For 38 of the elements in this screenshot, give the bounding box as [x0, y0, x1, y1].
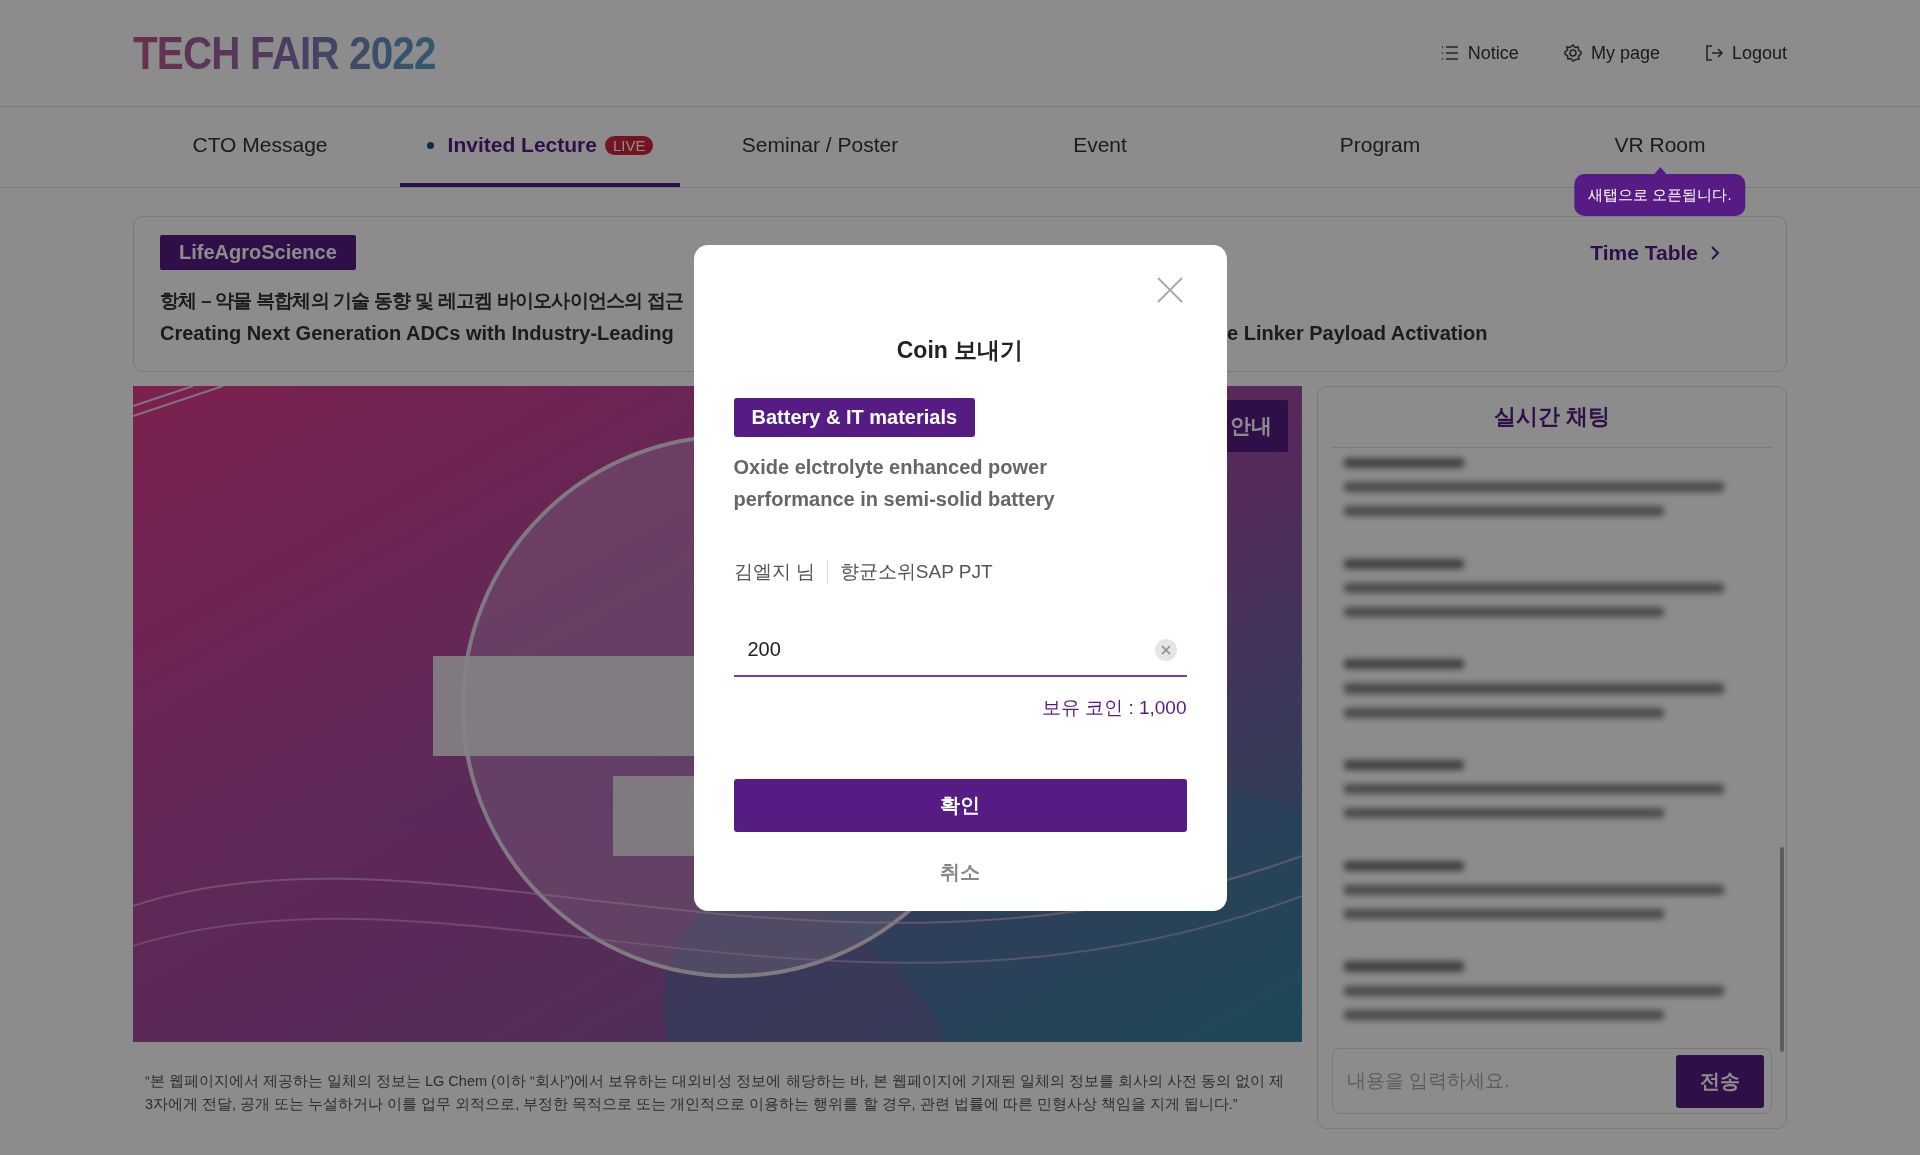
clear-icon — [1160, 644, 1171, 655]
recipient-name: 김엘지 님 — [733, 559, 815, 584]
amount-input[interactable]: 200 — [745, 637, 1155, 662]
tooltip: 새탭으로 오픈됩니다. — [1574, 174, 1746, 216]
tab[interactable]: Event — [960, 107, 1240, 187]
tab[interactable]: Invited Lecture LIVE — [400, 107, 680, 187]
live-badge: LIVE — [604, 135, 654, 155]
lecture-title: Oxide elctrolyte enhanced power performance in semi-solid battery — [733, 454, 1056, 512]
category-tag: Battery & IT materials — [733, 397, 976, 437]
confidentiality-notice: “본 웹페이지에서 제공하는 일체의 정보는 LG Chem (이하 “회사”)에서 보유하는 대외비성 정보에 해당하는 바, 본 웹페이지에 기재된 일체의 정보를 회사의 사전 동의 없이 제3자에게 전달, 공개 또는 누설하거나 이를 업무 외적으로, 부정한 목적으로 또는 개인적으로 이용하는 행위를 할 경우, 관련 법률에 따른 민형사상 책임을 지게 됩니다.” — [144, 1072, 1285, 1114]
tab[interactable]: Seminar / Poster — [680, 107, 960, 187]
confirm-button[interactable]: 확인 — [733, 778, 1187, 832]
nav-link[interactable]: Logout — [1703, 42, 1787, 64]
coin-balance: 보유 코인 : 1,000 — [1040, 695, 1187, 720]
chat-title: 실시간 채팅 — [1332, 387, 1772, 448]
clear-button[interactable] — [1154, 638, 1177, 661]
chevron-icon — [1710, 244, 1720, 261]
list-icon — [1439, 43, 1460, 63]
category-tag: LifeAgroScience — [160, 235, 356, 270]
tooltip-pointer — [1654, 167, 1666, 174]
close-icon — [1154, 274, 1185, 305]
settings-icon — [1562, 43, 1583, 63]
live-dot — [426, 141, 434, 149]
recipient-team: 향균소위SAP PJT — [839, 559, 993, 584]
lecture-subtitle: Creating Next Generation ADCs with Industry-Leading — [160, 322, 675, 345]
nav-link[interactable]: Notice — [1439, 42, 1519, 64]
nav-link[interactable]: My page — [1562, 42, 1660, 64]
send-button[interactable]: 전송 — [1676, 1054, 1764, 1108]
cancel-button[interactable]: 취소 — [934, 857, 986, 887]
lecture-subtitle: e Linker Payload Activation — [1227, 322, 1488, 345]
dialog-title: Coin 보내기 — [895, 335, 1025, 365]
time-table-link[interactable]: Time Table — [1590, 240, 1720, 265]
logout-icon — [1703, 43, 1724, 63]
lecture-title: 항체 – 약물 복합체의 기술 동향 및 레고켐 바이오사이언스의 접근 — [160, 289, 684, 313]
tab[interactable]: Program — [1240, 107, 1520, 187]
scrollbar[interactable] — [1780, 847, 1784, 1052]
close-button[interactable] — [1154, 274, 1185, 305]
tab[interactable]: CTO Message — [120, 107, 400, 187]
